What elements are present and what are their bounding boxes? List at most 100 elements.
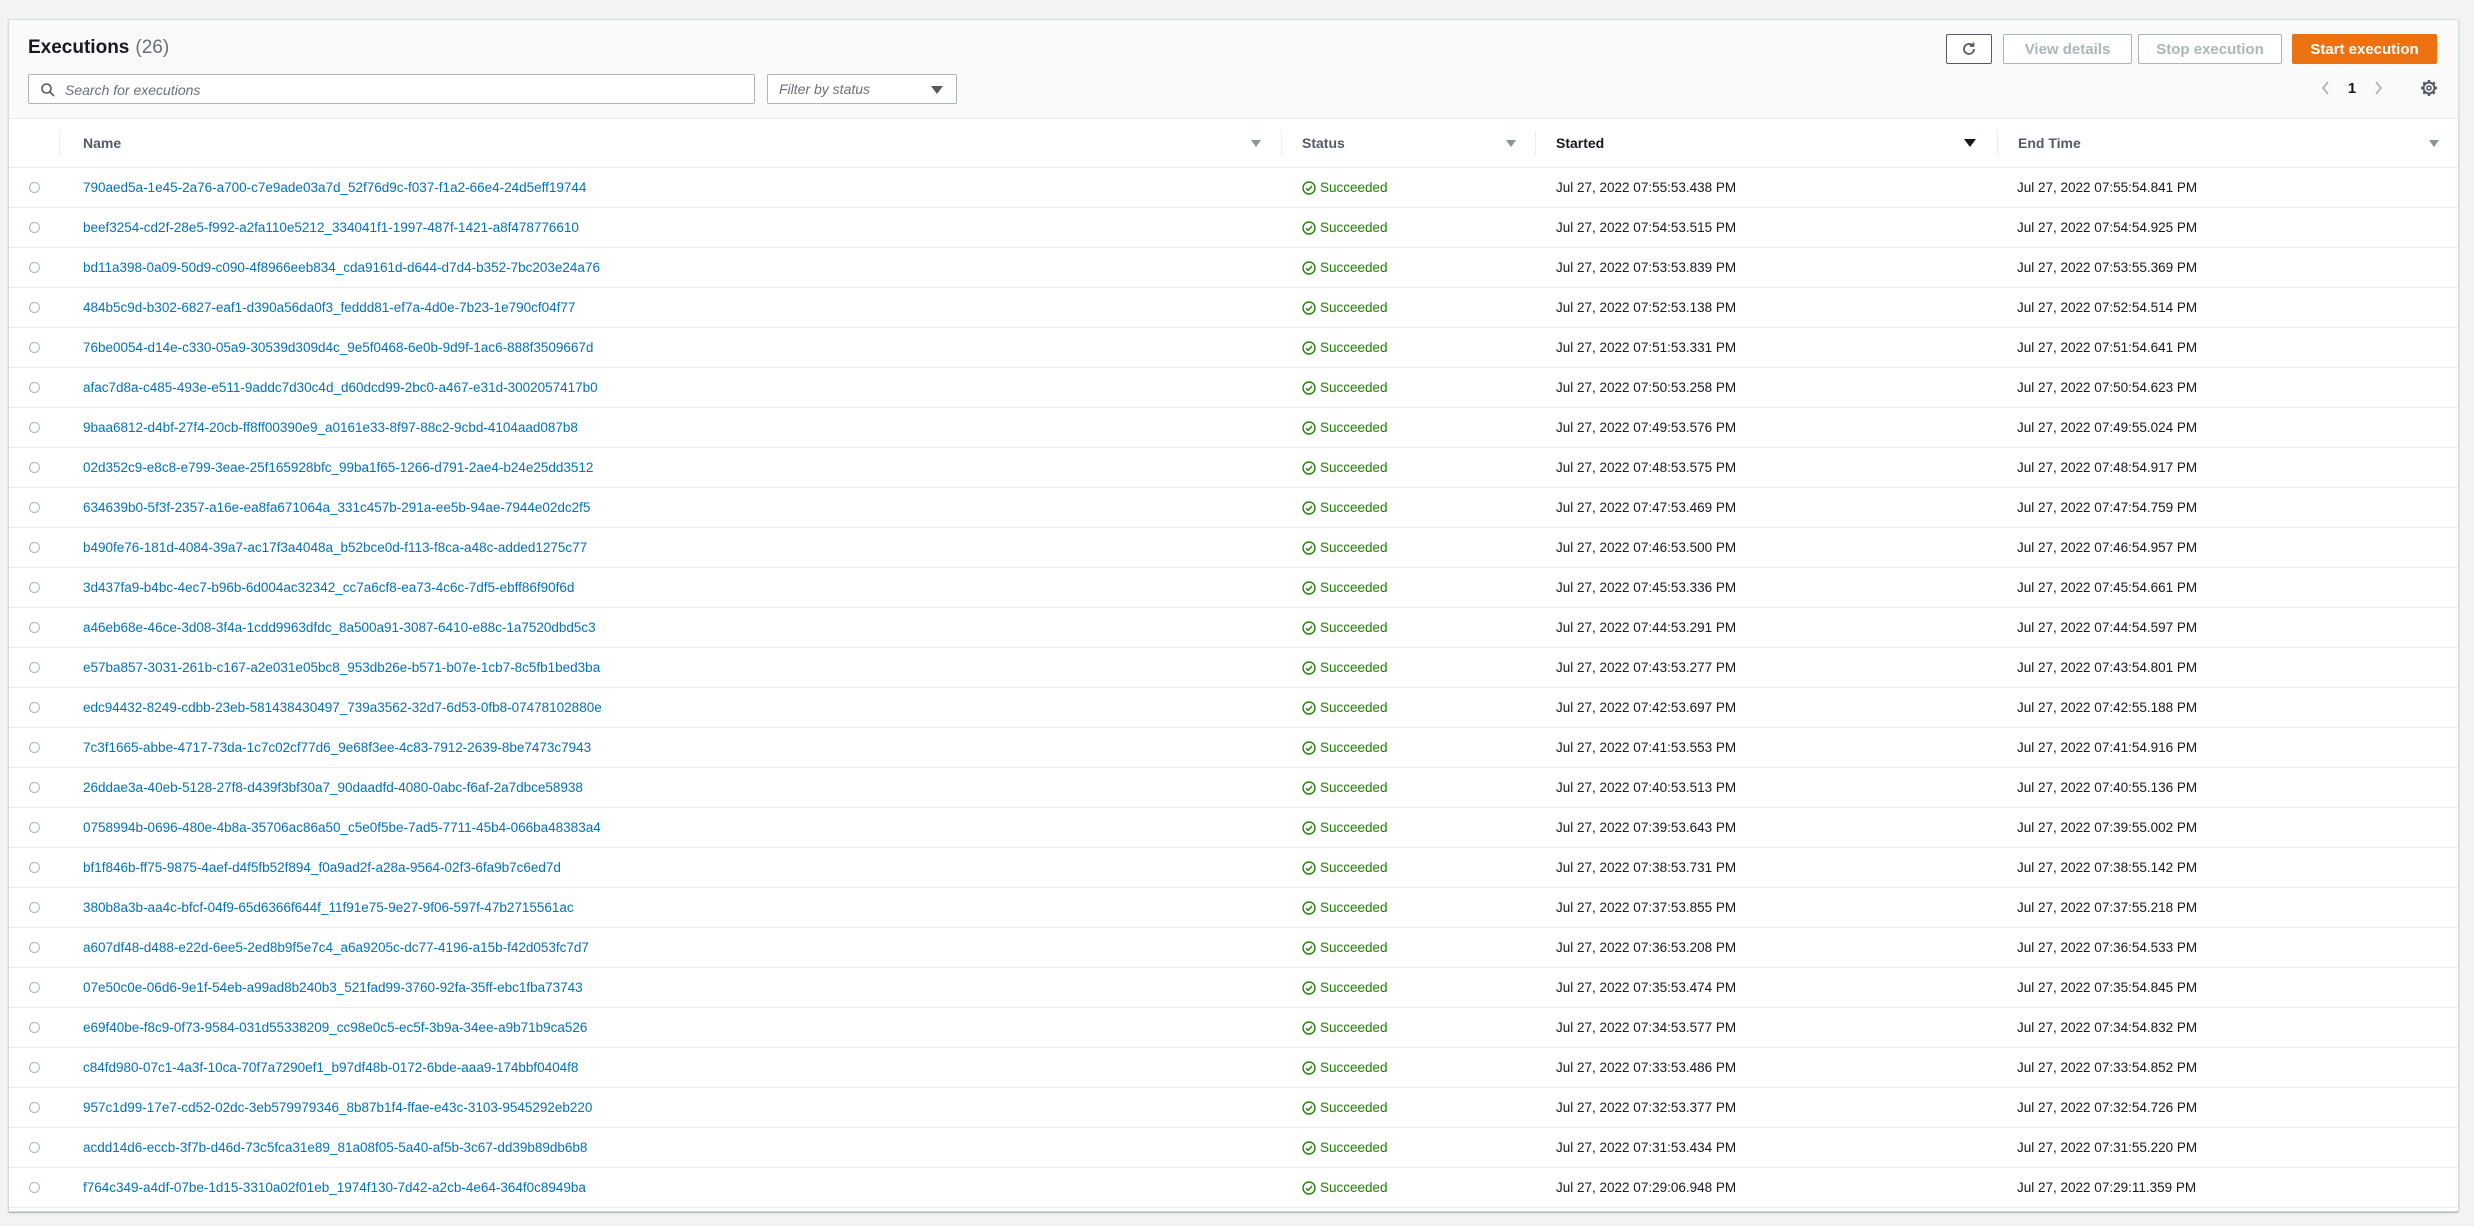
row-select-radio[interactable]	[29, 662, 40, 673]
status-filter-select[interactable]: Filter by status	[767, 74, 957, 104]
table-row[interactable]: e57ba857-3031-261b-c167-a2e031e05bc8_953…	[9, 648, 2458, 688]
table-row[interactable]: 957c1d99-17e7-cd52-02dc-3eb579979346_8b8…	[9, 1088, 2458, 1128]
table-row[interactable]: 76be0054-d14e-c330-05a9-30539d309d4c_9e5…	[9, 328, 2458, 368]
execution-name-link[interactable]: 07e50c0e-06d6-9e1f-54eb-a99ad8b240b3_521…	[83, 968, 583, 1007]
sort-caret-icon[interactable]	[1251, 140, 1261, 147]
row-select-radio[interactable]	[29, 1182, 40, 1193]
table-row[interactable]: acdd14d6-eccb-3f7b-d46d-73c5fca31e89_81a…	[9, 1128, 2458, 1168]
row-select-radio[interactable]	[29, 1102, 40, 1113]
table-row[interactable]: 9baa6812-d4bf-27f4-20cb-ff8ff00390e9_a01…	[9, 408, 2458, 448]
row-select-radio[interactable]	[29, 742, 40, 753]
execution-name-link[interactable]: b490fe76-181d-4084-39a7-ac17f3a4048a_b52…	[83, 528, 587, 567]
execution-name-link[interactable]: 7c3f1665-abbe-4717-73da-1c7c02cf77d6_9e6…	[83, 728, 591, 767]
column-header-name[interactable]: Name	[83, 119, 121, 167]
table-row[interactable]: a46eb68e-46ce-3d08-3f4a-1cdd9963dfdc_8a5…	[9, 608, 2458, 648]
started-cell: Jul 27, 2022 07:51:53.331 PM	[1556, 340, 1737, 355]
row-select-radio[interactable]	[29, 302, 40, 313]
table-row[interactable]: e69f40be-f8c9-0f73-9584-031d55338209_cc9…	[9, 1008, 2458, 1048]
execution-name-link[interactable]: bf1f846b-ff75-9875-4aef-d4f5fb52f894_f0a…	[83, 848, 561, 887]
row-select-radio[interactable]	[29, 862, 40, 873]
table-row[interactable]: 380b8a3b-aa4c-bfcf-04f9-65d6366f644f_11f…	[9, 888, 2458, 928]
execution-name-link[interactable]: 790aed5a-1e45-2a76-a700-c7e9ade03a7d_52f…	[83, 168, 586, 207]
sort-caret-icon[interactable]	[2429, 140, 2439, 147]
execution-name-link[interactable]: c84fd980-07c1-4a3f-10ca-70f7a7290ef1_b97…	[83, 1048, 578, 1087]
execution-name-link[interactable]: 380b8a3b-aa4c-bfcf-04f9-65d6366f644f_11f…	[83, 888, 574, 927]
row-select-radio[interactable]	[29, 462, 40, 473]
table-row[interactable]: bf1f846b-ff75-9875-4aef-d4f5fb52f894_f0a…	[9, 848, 2458, 888]
table-row[interactable]: 07e50c0e-06d6-9e1f-54eb-a99ad8b240b3_521…	[9, 968, 2458, 1008]
row-select-radio[interactable]	[29, 502, 40, 513]
row-select-radio[interactable]	[29, 1062, 40, 1073]
start-execution-button[interactable]: Start execution	[2292, 34, 2437, 64]
table-row[interactable]: 0758994b-0696-480e-4b8a-35706ac86a50_c5e…	[9, 808, 2458, 848]
execution-name-link[interactable]: afac7d8a-c485-493e-e511-9addc7d30c4d_d60…	[83, 368, 598, 407]
sort-caret-icon[interactable]	[1506, 140, 1516, 147]
status-text: Succeeded	[1320, 1140, 1388, 1155]
table-row[interactable]: 484b5c9d-b302-6827-eaf1-d390a56da0f3_fed…	[9, 288, 2458, 328]
table-row[interactable]: 634639b0-5f3f-2357-a16e-ea8fa671064a_331…	[9, 488, 2458, 528]
execution-name-link[interactable]: 3d437fa9-b4bc-4ec7-b96b-6d004ac32342_cc7…	[83, 568, 574, 607]
table-row[interactable]: beef3254-cd2f-28e5-f992-a2fa110e5212_334…	[9, 208, 2458, 248]
table-row[interactable]: a607df48-d488-e22d-6ee5-2ed8b9f5e7c4_a6a…	[9, 928, 2458, 968]
current-page-number[interactable]: 1	[2341, 80, 2363, 97]
row-select-radio[interactable]	[29, 222, 40, 233]
row-select-radio[interactable]	[29, 822, 40, 833]
search-box[interactable]	[28, 74, 755, 104]
row-select-radio[interactable]	[29, 422, 40, 433]
execution-name-link[interactable]: acdd14d6-eccb-3f7b-d46d-73c5fca31e89_81a…	[83, 1128, 587, 1167]
execution-name-link[interactable]: beef3254-cd2f-28e5-f992-a2fa110e5212_334…	[83, 208, 579, 247]
row-select-radio[interactable]	[29, 1142, 40, 1153]
table-row[interactable]: bd11a398-0a09-50d9-c090-4f8966eeb834_cda…	[9, 248, 2458, 288]
execution-name-link[interactable]: edc94432-8249-cdbb-23eb-581438430497_739…	[83, 688, 602, 727]
row-select-radio[interactable]	[29, 542, 40, 553]
execution-name-link[interactable]: 634639b0-5f3f-2357-a16e-ea8fa671064a_331…	[83, 488, 590, 527]
table-row[interactable]: 26ddae3a-40eb-5128-27f8-d439f3bf30a7_90d…	[9, 768, 2458, 808]
row-select-radio[interactable]	[29, 582, 40, 593]
table-row[interactable]: 7c3f1665-abbe-4717-73da-1c7c02cf77d6_9e6…	[9, 728, 2458, 768]
execution-name-link[interactable]: bd11a398-0a09-50d9-c090-4f8966eeb834_cda…	[83, 248, 600, 287]
view-details-button[interactable]: View details	[2003, 34, 2132, 64]
execution-name-link[interactable]: e57ba857-3031-261b-c167-a2e031e05bc8_953…	[83, 648, 600, 687]
row-select-radio[interactable]	[29, 902, 40, 913]
gear-icon[interactable]	[2420, 79, 2438, 97]
row-select-radio[interactable]	[29, 982, 40, 993]
table-row[interactable]: 790aed5a-1e45-2a76-a700-c7e9ade03a7d_52f…	[9, 168, 2458, 208]
stop-execution-button[interactable]: Stop execution	[2138, 34, 2282, 64]
table-row[interactable]: f764c349-a4df-07be-1d15-3310a02f01eb_197…	[9, 1168, 2458, 1208]
row-select-radio[interactable]	[29, 342, 40, 353]
refresh-button[interactable]	[1946, 34, 1992, 64]
row-select-radio[interactable]	[29, 382, 40, 393]
execution-name-link[interactable]: 0758994b-0696-480e-4b8a-35706ac86a50_c5e…	[83, 808, 601, 847]
table-row[interactable]: 3d437fa9-b4bc-4ec7-b96b-6d004ac32342_cc7…	[9, 568, 2458, 608]
next-page-button[interactable]	[2363, 76, 2393, 100]
table-row[interactable]: c84fd980-07c1-4a3f-10ca-70f7a7290ef1_b97…	[9, 1048, 2458, 1088]
execution-name-link[interactable]: 02d352c9-e8c8-e799-3eae-25f165928bfc_99b…	[83, 448, 593, 487]
row-select-radio[interactable]	[29, 1022, 40, 1033]
execution-name-link[interactable]: a46eb68e-46ce-3d08-3f4a-1cdd9963dfdc_8a5…	[83, 608, 596, 647]
status-cell: Succeeded	[1302, 568, 1388, 607]
row-select-radio[interactable]	[29, 702, 40, 713]
row-select-radio[interactable]	[29, 782, 40, 793]
column-header-end-time[interactable]: End Time	[2018, 119, 2081, 167]
table-row[interactable]: afac7d8a-c485-493e-e511-9addc7d30c4d_d60…	[9, 368, 2458, 408]
sort-descending-icon[interactable]	[1964, 139, 1976, 147]
row-select-radio[interactable]	[29, 182, 40, 193]
row-select-radio[interactable]	[29, 622, 40, 633]
execution-name-link[interactable]: e69f40be-f8c9-0f73-9584-031d55338209_cc9…	[83, 1008, 587, 1047]
row-select-radio[interactable]	[29, 942, 40, 953]
table-row[interactable]: 02d352c9-e8c8-e799-3eae-25f165928bfc_99b…	[9, 448, 2458, 488]
column-header-status[interactable]: Status	[1302, 119, 1345, 167]
column-header-started[interactable]: Started	[1556, 119, 1604, 167]
execution-name-link[interactable]: a607df48-d488-e22d-6ee5-2ed8b9f5e7c4_a6a…	[83, 928, 589, 967]
table-row[interactable]: b490fe76-181d-4084-39a7-ac17f3a4048a_b52…	[9, 528, 2458, 568]
execution-name-link[interactable]: 26ddae3a-40eb-5128-27f8-d439f3bf30a7_90d…	[83, 768, 583, 807]
execution-name-link[interactable]: f764c349-a4df-07be-1d15-3310a02f01eb_197…	[83, 1168, 586, 1207]
execution-name-link[interactable]: 957c1d99-17e7-cd52-02dc-3eb579979346_8b8…	[83, 1088, 592, 1127]
execution-name-link[interactable]: 484b5c9d-b302-6827-eaf1-d390a56da0f3_fed…	[83, 288, 575, 327]
table-row[interactable]: edc94432-8249-cdbb-23eb-581438430497_739…	[9, 688, 2458, 728]
previous-page-button[interactable]	[2311, 76, 2341, 100]
execution-name-link[interactable]: 76be0054-d14e-c330-05a9-30539d309d4c_9e5…	[83, 328, 593, 367]
execution-name-link[interactable]: 9baa6812-d4bf-27f4-20cb-ff8ff00390e9_a01…	[83, 408, 578, 447]
search-input[interactable]	[63, 77, 747, 103]
row-select-radio[interactable]	[29, 262, 40, 273]
